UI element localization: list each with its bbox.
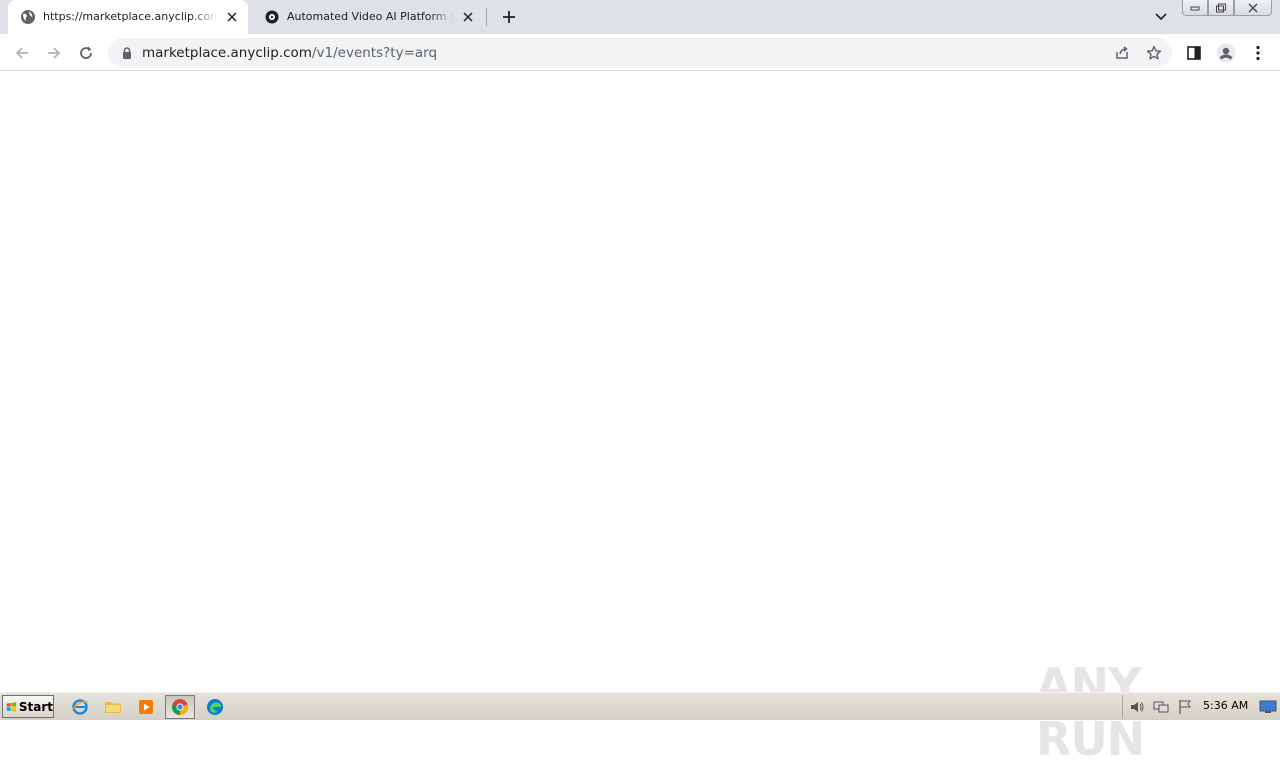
volume-icon[interactable]	[1128, 698, 1146, 716]
window-close-button[interactable]	[1234, 0, 1272, 16]
share-icon[interactable]	[1112, 43, 1132, 63]
show-desktop-icon[interactable]	[1259, 698, 1277, 716]
page-content: ANY RUN	[0, 72, 1280, 766]
side-panel-icon	[1187, 46, 1201, 60]
restore-button[interactable]	[1208, 0, 1234, 16]
minimize-button[interactable]	[1182, 0, 1208, 16]
tab-separator	[486, 8, 487, 26]
profile-button[interactable]	[1212, 39, 1240, 67]
back-button[interactable]	[8, 39, 36, 67]
chrome-taskbar-button[interactable]	[165, 695, 195, 719]
arrow-right-icon	[48, 47, 61, 59]
taskbar-clock: 5:36 AM	[1203, 699, 1249, 712]
side-panel-button[interactable]	[1180, 39, 1208, 67]
tab-title: Automated Video AI Platform | AnyClip	[287, 10, 454, 23]
tab-marketplace[interactable]: https://marketplace.anyclip.com/v1/	[8, 0, 248, 34]
restore-icon	[1216, 3, 1226, 12]
tab-strip: https://marketplace.anyclip.com/v1/ Auto…	[0, 0, 1280, 34]
window-controls	[1182, 0, 1272, 17]
system-tray	[1122, 695, 1280, 719]
new-tab-button[interactable]	[497, 5, 521, 29]
network-icon[interactable]	[1152, 698, 1170, 716]
start-button[interactable]: Start	[2, 695, 54, 718]
chevron-down-icon	[1155, 13, 1167, 21]
anyclip-logo-icon	[264, 9, 280, 25]
url-path: /v1/events?ty=arq	[311, 45, 438, 61]
globe-icon	[20, 9, 36, 25]
tab-search-button[interactable]	[1149, 6, 1173, 28]
url-host: marketplace.anyclip.com	[142, 45, 312, 61]
url-text: marketplace.anyclip.com/v1/events?ty=arq	[142, 45, 437, 61]
star-icon[interactable]	[1144, 43, 1164, 63]
action-center-flag-icon[interactable]	[1176, 698, 1194, 716]
minimize-icon	[1190, 6, 1200, 10]
file-explorer-icon[interactable]	[103, 697, 123, 717]
edge-icon[interactable]	[205, 697, 225, 717]
arrow-left-icon	[15, 47, 28, 59]
lock-icon[interactable]	[120, 45, 134, 59]
forward-button[interactable]	[40, 39, 68, 67]
windows-logo-icon	[6, 701, 17, 712]
close-icon	[1248, 3, 1258, 12]
start-label: Start	[18, 699, 53, 714]
media-player-icon[interactable]	[136, 697, 156, 717]
browser-toolbar: marketplace.anyclip.com/v1/events?ty=arq	[0, 34, 1280, 71]
taskbar: Start 5:36 AM	[0, 692, 1280, 720]
tab-anyclip-platform[interactable]: Automated Video AI Platform | AnyClip	[252, 0, 484, 34]
reload-button[interactable]	[72, 39, 100, 67]
close-icon[interactable]	[224, 9, 240, 25]
plus-icon	[503, 11, 515, 23]
reload-icon	[80, 46, 92, 59]
close-icon[interactable]	[460, 9, 476, 25]
chrome-icon	[172, 699, 188, 715]
internet-explorer-icon[interactable]	[70, 697, 90, 717]
kebab-menu-icon	[1256, 45, 1260, 61]
address-bar[interactable]: marketplace.anyclip.com/v1/events?ty=arq	[108, 38, 1172, 67]
tab-title: https://marketplace.anyclip.com/v1/	[43, 10, 218, 23]
profile-avatar-icon	[1216, 43, 1236, 63]
menu-button[interactable]	[1244, 39, 1272, 67]
